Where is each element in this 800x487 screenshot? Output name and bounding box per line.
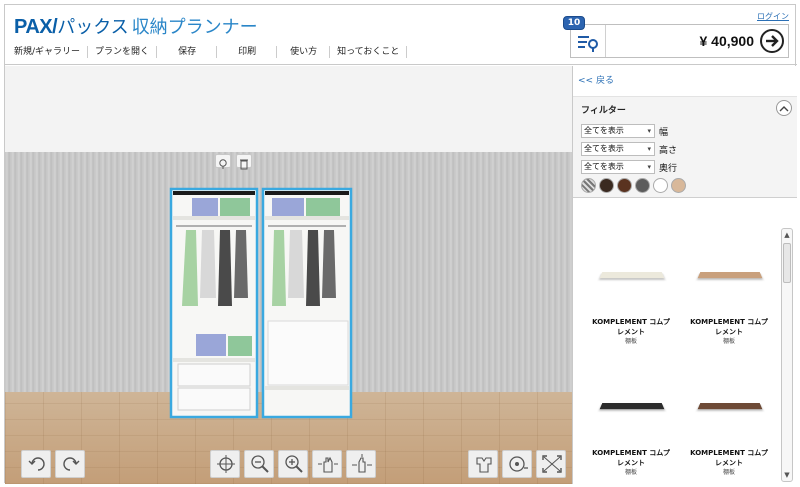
- product-tag: 棚板: [581, 467, 681, 476]
- color-swatches: [581, 178, 686, 193]
- chevron-down-icon: ▾: [647, 125, 651, 137]
- back-link[interactable]: << 戻る: [578, 73, 614, 86]
- product-panel: << 戻る フィルター 全てを表示 ▾ 幅 全てを表示 ▾ 高さ 全てを表示 ▾ 奥行: [572, 66, 797, 484]
- menu-new-gallery[interactable]: 新規/ギャラリー: [14, 46, 88, 58]
- redo-icon[interactable]: [55, 450, 85, 478]
- price-divider: [605, 25, 606, 57]
- menu-save[interactable]: 保存: [164, 46, 217, 58]
- chevron-up-icon[interactable]: [776, 100, 792, 116]
- arrow-right-icon[interactable]: [760, 29, 784, 53]
- height-select-value: 全てを表示: [584, 144, 624, 153]
- product-scrollbar[interactable]: ▲ ▼: [781, 228, 793, 482]
- trash-icon[interactable]: [236, 154, 252, 168]
- rotate-view-icon[interactable]: [346, 450, 376, 478]
- swatch-color[interactable]: [635, 178, 650, 193]
- swatch-pattern[interactable]: [581, 178, 596, 193]
- fullscreen-icon[interactable]: [536, 450, 566, 478]
- interior-view-icon[interactable]: [468, 450, 498, 478]
- filter-row-height: 全てを表示 ▾ 高さ: [581, 142, 677, 156]
- filter-title: フィルター: [581, 103, 626, 116]
- product-card[interactable]: KOMPLEMENT コムプ レメント 棚板: [581, 342, 681, 462]
- menu-print[interactable]: 印刷: [224, 46, 277, 58]
- shopping-list-icon[interactable]: [575, 32, 601, 54]
- filter-body: 全てを表示 ▾ 幅 全てを表示 ▾ 高さ 全てを表示 ▾ 奥行: [573, 118, 797, 198]
- product-name: KOMPLEMENT コムプ: [679, 318, 779, 327]
- chevron-down-icon: ▾: [647, 161, 651, 173]
- zoom-in-icon[interactable]: [278, 450, 308, 478]
- brand-pax: PAX/: [14, 16, 57, 38]
- product-tag: 棚板: [679, 467, 779, 476]
- pax-planner-app: PAX/パックス 収納プランナー 新規/ギャラリー プランを開く 保存 印刷 使い…: [4, 4, 796, 483]
- measure-tape-icon[interactable]: [502, 450, 532, 478]
- swatch-color[interactable]: [671, 178, 686, 193]
- product-list: KOMPLEMENT コムプ レメント 棚板 KOMPLEMENT コムプ レメ…: [573, 199, 783, 484]
- height-select[interactable]: 全てを表示 ▾: [581, 142, 655, 156]
- product-image: [600, 403, 665, 409]
- filter-header: フィルター: [573, 96, 797, 118]
- scroll-down-icon[interactable]: ▼: [783, 471, 791, 479]
- swatch-color[interactable]: [617, 178, 632, 193]
- swatch-color[interactable]: [653, 178, 668, 193]
- product-image: [600, 272, 665, 278]
- height-label: 高さ: [659, 143, 677, 156]
- menu-how-to[interactable]: 使い方: [284, 46, 330, 58]
- center-view-icon[interactable]: [210, 450, 240, 478]
- brand-subtitle: 収納プランナー: [132, 17, 258, 38]
- product-card[interactable]: KOMPLEMENT コムプ レメント 棚板: [679, 211, 779, 331]
- wardrobe-3d[interactable]: [168, 186, 358, 420]
- scroll-thumb[interactable]: [783, 243, 791, 283]
- brand-logo: PAX/パックス 収納プランナー: [14, 13, 258, 39]
- design-canvas[interactable]: [5, 66, 572, 484]
- swatch-color[interactable]: [599, 178, 614, 193]
- width-select[interactable]: 全てを表示 ▾: [581, 124, 655, 138]
- product-image: [698, 403, 763, 409]
- depth-select-value: 全てを表示: [584, 162, 624, 171]
- lightbulb-icon[interactable]: [215, 154, 231, 168]
- product-name: KOMPLEMENT コムプ: [581, 318, 681, 327]
- product-name: KOMPLEMENT コムプ: [679, 449, 779, 458]
- scroll-up-icon[interactable]: ▲: [783, 231, 791, 239]
- zoom-out-icon[interactable]: [244, 450, 274, 478]
- header: PAX/パックス 収納プランナー 新規/ギャラリー プランを開く 保存 印刷 使い…: [5, 5, 797, 65]
- chevron-down-icon: ▾: [647, 143, 651, 155]
- product-card[interactable]: KOMPLEMENT コムプ レメント 棚板: [581, 211, 681, 331]
- price-box: 10 ¥ 40,900: [570, 24, 789, 58]
- width-label: 幅: [659, 125, 668, 138]
- product-card[interactable]: KOMPLEMENT コムプ レメント 棚板: [679, 342, 779, 462]
- depth-label: 奥行: [659, 161, 677, 174]
- main-menu: 新規/ギャラリー プランを開く 保存 印刷 使い方 知っておくこと: [14, 46, 414, 58]
- login-link[interactable]: ログイン: [757, 11, 789, 22]
- menu-open-plan[interactable]: プランを開く: [95, 46, 157, 58]
- total-price: ¥ 40,900: [700, 33, 755, 49]
- cart-count-badge: 10: [563, 16, 585, 30]
- depth-select[interactable]: 全てを表示 ▾: [581, 160, 655, 174]
- width-select-value: 全てを表示: [584, 126, 624, 135]
- menu-good-to-know[interactable]: 知っておくこと: [337, 46, 407, 58]
- filter-row-width: 全てを表示 ▾ 幅: [581, 124, 668, 138]
- product-image: [698, 272, 763, 278]
- undo-icon[interactable]: [21, 450, 51, 478]
- filter-row-depth: 全てを表示 ▾ 奥行: [581, 160, 677, 174]
- brand-kana: パックス: [57, 17, 128, 38]
- pan-hand-icon[interactable]: [312, 450, 342, 478]
- product-name: KOMPLEMENT コムプ: [581, 449, 681, 458]
